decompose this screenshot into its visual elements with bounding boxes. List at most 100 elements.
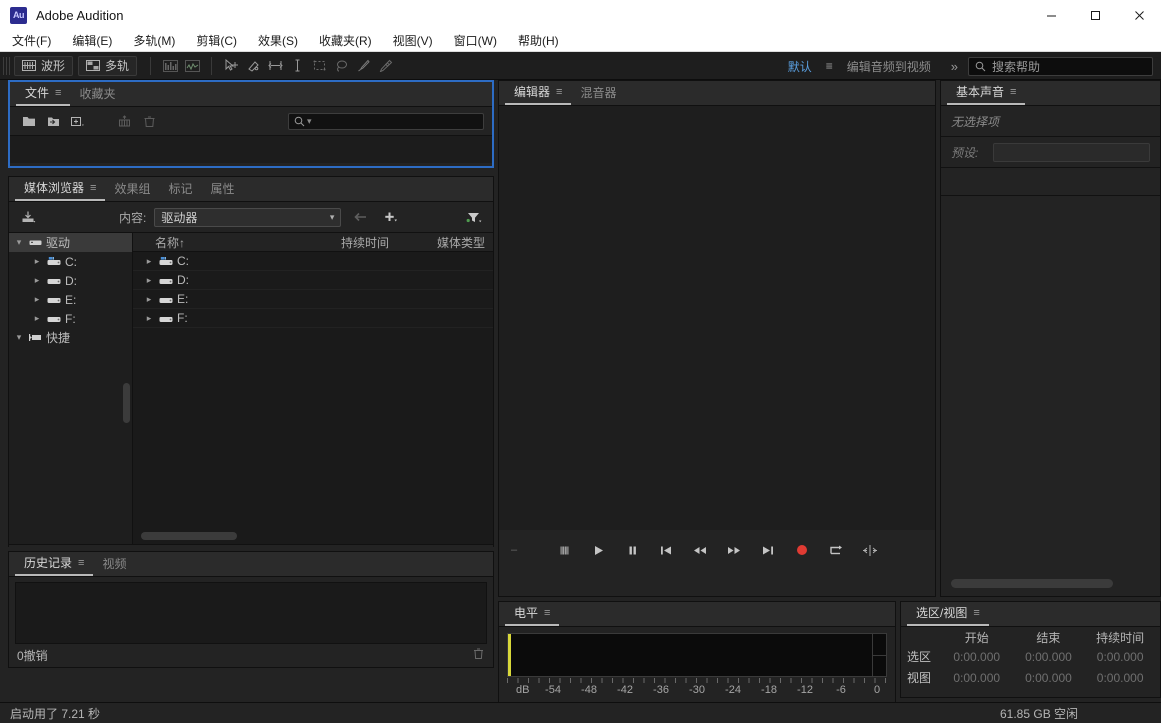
multitrack-view-button[interactable]: 多轨 (78, 55, 138, 76)
media-browser-menu-icon[interactable]: ≡ (90, 182, 96, 194)
workspace-menu-icon[interactable]: ≡ (822, 59, 837, 73)
move-playhead-to-previous-button[interactable] (656, 540, 676, 560)
slip-tool-icon[interactable] (242, 56, 264, 76)
trash-icon[interactable] (472, 647, 485, 663)
tab-levels[interactable]: 电平 ≡ (505, 602, 560, 626)
files-panel-menu-icon[interactable]: ≡ (55, 87, 61, 99)
view-end-value[interactable]: 0:00.000 (1013, 671, 1085, 685)
spectral-pitch-icon[interactable] (181, 56, 203, 76)
marquee-selection-tool-icon[interactable] (308, 56, 330, 76)
chevron-right-icon[interactable]: ▸ (143, 275, 155, 286)
skip-selection-button[interactable] (860, 540, 880, 560)
stop-button[interactable] (554, 540, 574, 560)
history-panel-menu-icon[interactable]: ≡ (78, 557, 84, 569)
table-row[interactable]: ▸ D: (133, 271, 493, 290)
chevron-right-icon[interactable]: ▸ (143, 294, 155, 305)
toolbar-grip[interactable] (3, 56, 10, 75)
spectral-frequency-icon[interactable] (159, 56, 181, 76)
column-header-name[interactable]: 名称↑ (133, 234, 341, 251)
chevron-down-icon[interactable]: ▾ (13, 237, 25, 248)
tree-vertical-scrollbar[interactable] (123, 383, 130, 423)
loop-playback-button[interactable] (826, 540, 846, 560)
chevron-right-icon[interactable]: ▸ (143, 313, 155, 324)
menu-favorites[interactable]: 收藏夹(R) (317, 30, 382, 52)
menu-view[interactable]: 视图(V) (391, 30, 443, 52)
workspace-more-icon[interactable]: » (941, 59, 968, 74)
tab-history[interactable]: 历史记录 ≡ (15, 552, 94, 576)
tab-effects-rack[interactable]: 效果组 (105, 177, 159, 201)
tree-item-d[interactable]: ▸ D: (9, 271, 132, 290)
file-list-horizontal-scrollbar[interactable] (141, 532, 237, 540)
add-shortcut-icon[interactable] (379, 207, 401, 227)
tab-properties[interactable]: 属性 (201, 177, 243, 201)
close-icon[interactable] (1117, 0, 1161, 30)
tab-files[interactable]: 文件 ≡ (16, 82, 71, 106)
razor-tool-icon[interactable] (286, 56, 308, 76)
chevron-right-icon[interactable]: ▸ (143, 256, 155, 267)
menu-clip[interactable]: 剪辑(C) (194, 30, 247, 52)
tree-item-f[interactable]: ▸ F: (9, 309, 132, 328)
content-filter-select[interactable]: 驱动器 ▾ (154, 207, 342, 227)
table-row[interactable]: ▸ F: (133, 309, 493, 328)
tab-media-browser[interactable]: 媒体浏览器 ≡ (15, 177, 106, 201)
workspace-edit-audio-to-video[interactable]: 编辑音频到视频 (837, 52, 941, 80)
chevron-right-icon[interactable]: ▸ (31, 256, 43, 267)
tab-editor[interactable]: 编辑器 ≡ (505, 81, 572, 105)
spot-healing-brush-icon[interactable] (374, 56, 396, 76)
chevron-right-icon[interactable]: ▸ (31, 294, 43, 305)
selection-start-value[interactable]: 0:00.000 (941, 650, 1013, 664)
waveform-view-button[interactable]: 波形 (14, 55, 74, 76)
tree-item-c[interactable]: ▸ C: (9, 252, 132, 271)
minimize-icon[interactable] (1029, 0, 1073, 30)
filter-icon[interactable] (463, 207, 485, 227)
essential-sound-horizontal-scrollbar[interactable] (951, 579, 1113, 588)
selection-duration-value[interactable]: 0:00.000 (1084, 650, 1156, 664)
tab-video[interactable]: 视频 (93, 552, 135, 576)
tab-essential-sound[interactable]: 基本声音 ≡ (947, 81, 1026, 105)
move-tool-icon[interactable] (220, 56, 242, 76)
fast-forward-button[interactable] (724, 540, 744, 560)
tab-favorites[interactable]: 收藏夹 (70, 82, 124, 106)
selection-view-menu-icon[interactable]: ≡ (973, 607, 979, 619)
time-selection-tool-icon[interactable] (264, 56, 286, 76)
view-start-value[interactable]: 0:00.000 (941, 671, 1013, 685)
tab-markers[interactable]: 标记 (159, 177, 201, 201)
levels-meter-area[interactable]: dB -54 -48 -42 -36 -30 -24 -18 -12 -6 0 (499, 627, 895, 700)
essential-sound-menu-icon[interactable]: ≡ (1010, 86, 1016, 98)
chevron-down-icon[interactable]: ▾ (13, 332, 25, 343)
menu-file[interactable]: 文件(F) (10, 30, 61, 52)
files-list[interactable] (10, 135, 492, 163)
view-duration-value[interactable]: 0:00.000 (1084, 671, 1156, 685)
tree-item-drives[interactable]: ▾ 驱动 (9, 233, 132, 252)
back-arrow-icon[interactable] (349, 207, 371, 227)
menu-edit[interactable]: 编辑(E) (70, 30, 122, 52)
levels-panel-menu-icon[interactable]: ≡ (544, 607, 550, 619)
import-file-icon[interactable] (42, 111, 64, 131)
tab-selection-view[interactable]: 选区/视图 ≡ (907, 602, 989, 626)
editor-canvas[interactable]: – (499, 106, 935, 570)
editor-panel-menu-icon[interactable]: ≡ (556, 86, 562, 98)
menu-effects[interactable]: 效果(S) (256, 30, 308, 52)
menu-help[interactable]: 帮助(H) (516, 30, 569, 52)
tree-item-shortcuts[interactable]: ▾ 快捷 (9, 328, 132, 347)
close-selected-files-icon[interactable] (138, 111, 160, 131)
menu-multitrack[interactable]: 多轨(M) (131, 30, 185, 52)
table-row[interactable]: ▸ E: (133, 290, 493, 309)
paintbrush-selection-tool-icon[interactable] (352, 56, 374, 76)
selection-end-value[interactable]: 0:00.000 (1013, 650, 1085, 664)
menu-window[interactable]: 窗口(W) (452, 30, 507, 52)
help-search-input[interactable]: 搜索帮助 (968, 56, 1153, 76)
import-icon[interactable] (17, 207, 39, 227)
files-search-input[interactable]: ▾ (288, 112, 484, 130)
column-header-media-type[interactable]: 媒体类型 (437, 234, 493, 251)
tab-mixer[interactable]: 混音器 (571, 81, 625, 105)
workspace-default[interactable]: 默认 (778, 52, 822, 80)
rewind-button[interactable] (690, 540, 710, 560)
record-button[interactable] (792, 540, 812, 560)
play-button[interactable] (588, 540, 608, 560)
preset-select[interactable] (993, 142, 1150, 162)
column-header-duration[interactable]: 持续时间 (341, 234, 437, 251)
tree-item-e[interactable]: ▸ E: (9, 290, 132, 309)
pause-button[interactable] (622, 540, 642, 560)
maximize-icon[interactable] (1073, 0, 1117, 30)
